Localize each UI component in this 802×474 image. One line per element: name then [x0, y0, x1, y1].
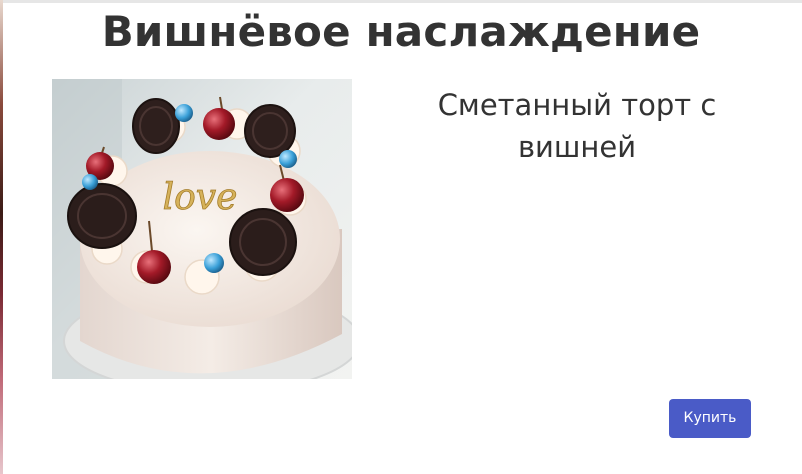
product-card: Вишнёвое наслаждение love Сметанный торт…: [0, 0, 802, 474]
left-edge-image-strip: [0, 0, 3, 474]
product-description: Сметанный торт с вишней: [437, 88, 717, 164]
product-title: Вишнёвое наслаждение: [101, 7, 701, 56]
buy-button[interactable]: Купить: [669, 399, 751, 438]
cake-photo: love: [52, 79, 352, 379]
top-divider: [0, 0, 802, 3]
love-topper: love: [163, 177, 238, 218]
